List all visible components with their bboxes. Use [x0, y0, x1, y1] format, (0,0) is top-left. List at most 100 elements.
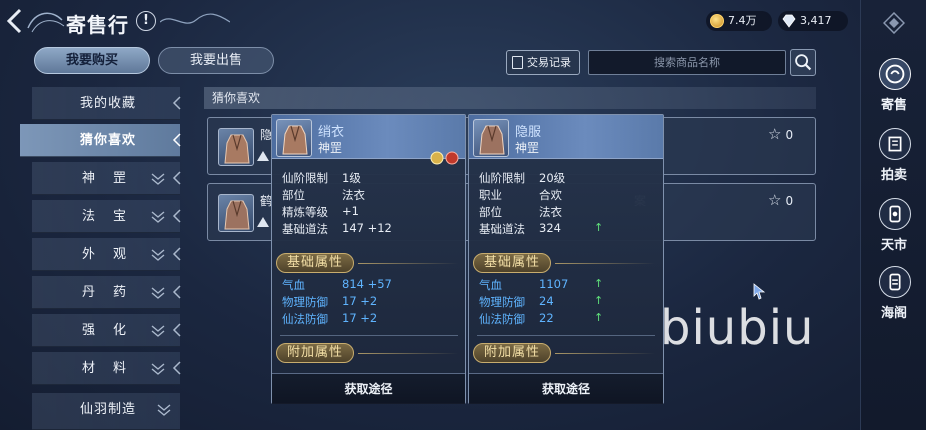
rail-item-label: 海阁 [880, 306, 907, 321]
divider [358, 263, 458, 264]
sidebar-item-label: 法宝 [82, 209, 145, 224]
rail-item-label: 拍卖 [880, 168, 907, 183]
mouse-cursor-icon [753, 283, 766, 300]
favorite-count[interactable]: ☆ 0 [768, 191, 793, 209]
double-chevron-down-icon [151, 211, 165, 223]
help-icon[interactable]: ! [136, 11, 156, 31]
robe-item-icon [276, 119, 312, 157]
tab-sell[interactable]: 我要出售 [158, 47, 274, 74]
star-icon: ☆ [768, 191, 782, 209]
sidebar-item-wing-crafting[interactable]: 仙羽制造 [32, 393, 180, 430]
gem-currency: 3,417 [778, 11, 848, 31]
chevron-left-icon [172, 323, 181, 337]
sidebar-item-label: 猜你喜欢 [80, 133, 137, 148]
page-title: 寄售行 [66, 13, 129, 37]
tooltip-item-name: 隐服 [515, 125, 542, 140]
sidebar-item-label: 材料 [82, 361, 145, 376]
diamond-icon [782, 14, 796, 28]
section-label: 基础属性 [276, 253, 355, 273]
top-bar: 寄售行 ! 7.4万 3,417 [0, 0, 860, 42]
chevron-left-icon [172, 133, 181, 147]
chevron-left-icon [172, 209, 181, 223]
chevron-left-icon [172, 247, 181, 261]
sidebar-item-recommended[interactable]: 猜你喜欢 [20, 124, 181, 157]
chevron-left-icon [172, 285, 181, 299]
rail-item-auction[interactable]: 拍卖 [861, 128, 926, 188]
sidebar-item-materials[interactable]: 材料 [32, 352, 181, 385]
section-title: 猜你喜欢 [204, 87, 816, 109]
divider [555, 263, 655, 264]
gold-currency: 7.4万 [706, 11, 772, 31]
tab-buy[interactable]: 我要购买 [34, 47, 150, 74]
extra-attr-section: 附加属性 [276, 343, 462, 363]
double-chevron-down-icon [151, 173, 165, 185]
record-book-icon [512, 56, 523, 69]
back-arrow-icon[interactable] [4, 8, 26, 34]
menu-diamond-icon[interactable] [883, 12, 905, 34]
increase-arrow-icon: ↑ [594, 311, 604, 324]
sidebar-item-shengang[interactable]: 神罡 [32, 162, 181, 195]
base-attr-section: 基础属性 [473, 253, 659, 273]
right-nav-rail: 寄售 拍卖 天市 海阁 [860, 0, 926, 430]
tooltip-header: 绡衣 神罡 [272, 115, 465, 165]
favorite-count[interactable]: ☆ 0 [768, 125, 793, 143]
double-chevron-down-icon [151, 325, 165, 337]
increase-arrow-icon: ↑ [594, 221, 604, 234]
equipped-badges-icon [430, 151, 459, 165]
double-chevron-down-icon [151, 363, 165, 375]
consignment-icon [879, 58, 911, 90]
gem-amount: 3,417 [800, 14, 832, 27]
sidebar-item-pills[interactable]: 丹药 [32, 276, 181, 309]
tooltip-item-name: 绡衣 [318, 125, 345, 140]
title-wave-ornament-icon [160, 13, 230, 24]
search-input[interactable]: 搜索商品名称 [588, 50, 786, 75]
gold-coin-icon [710, 14, 724, 28]
quality-badge-icon [257, 151, 269, 161]
sidebar-item-appearance[interactable]: 外观 [32, 238, 181, 271]
sidebar-item-fabao[interactable]: 法宝 [32, 200, 181, 233]
rail-item-sea-pavilion[interactable]: 海阁 [861, 266, 926, 326]
tooltip-item-type: 神罡 [515, 141, 540, 155]
divider [477, 335, 655, 336]
rail-item-label: 天市 [880, 238, 907, 253]
increase-arrow-icon: ↑ [594, 294, 604, 307]
title-ornament-icon [27, 12, 65, 33]
obtain-source-button[interactable]: 获取途径 [272, 373, 465, 404]
sea-pavilion-icon [879, 266, 911, 298]
rail-item-label: 寄售 [880, 98, 907, 113]
sidebar-item-enhance[interactable]: 强化 [32, 314, 181, 347]
divider [358, 353, 458, 354]
tooltip-item-type: 神罡 [318, 141, 343, 155]
robe-item-icon [473, 119, 509, 157]
tooltip-header: 隐服 神罡 [469, 115, 663, 159]
quality-badge-icon [257, 217, 269, 227]
trade-record-button[interactable]: 交易记录 [506, 50, 580, 75]
section-label: 附加属性 [276, 343, 355, 363]
section-label: 基础属性 [473, 253, 552, 273]
sidebar-item-favorites[interactable]: 我的收藏 [32, 87, 181, 120]
extra-attr-section: 附加属性 [473, 343, 659, 363]
rail-item-consignment[interactable]: 寄售 [861, 58, 926, 118]
section-label: 附加属性 [473, 343, 552, 363]
sky-market-icon [879, 198, 911, 230]
chevron-left-icon [172, 171, 181, 185]
sidebar-item-label: 神罡 [82, 171, 145, 186]
search-icon[interactable] [790, 49, 816, 76]
auction-icon [879, 128, 911, 160]
sidebar-item-label: 我的收藏 [80, 96, 137, 111]
rail-item-sky-market[interactable]: 天市 [861, 198, 926, 258]
obtain-source-button[interactable]: 获取途径 [469, 373, 663, 404]
base-attr-section: 基础属性 [276, 253, 462, 273]
watermark: biubiu [660, 300, 815, 356]
robe-item-icon [218, 128, 254, 166]
chevron-left-icon [172, 96, 181, 110]
robe-item-icon [218, 194, 254, 232]
sidebar-item-label: 外观 [82, 247, 145, 262]
sidebar-item-label: 仙羽制造 [80, 402, 137, 417]
increase-arrow-icon: ↑ [594, 277, 604, 290]
trade-record-label: 交易记录 [527, 56, 571, 69]
star-icon: ☆ [768, 125, 782, 143]
double-chevron-down-icon [151, 287, 165, 299]
sidebar-item-label: 强化 [82, 323, 145, 338]
sidebar-item-label: 丹药 [82, 285, 145, 300]
